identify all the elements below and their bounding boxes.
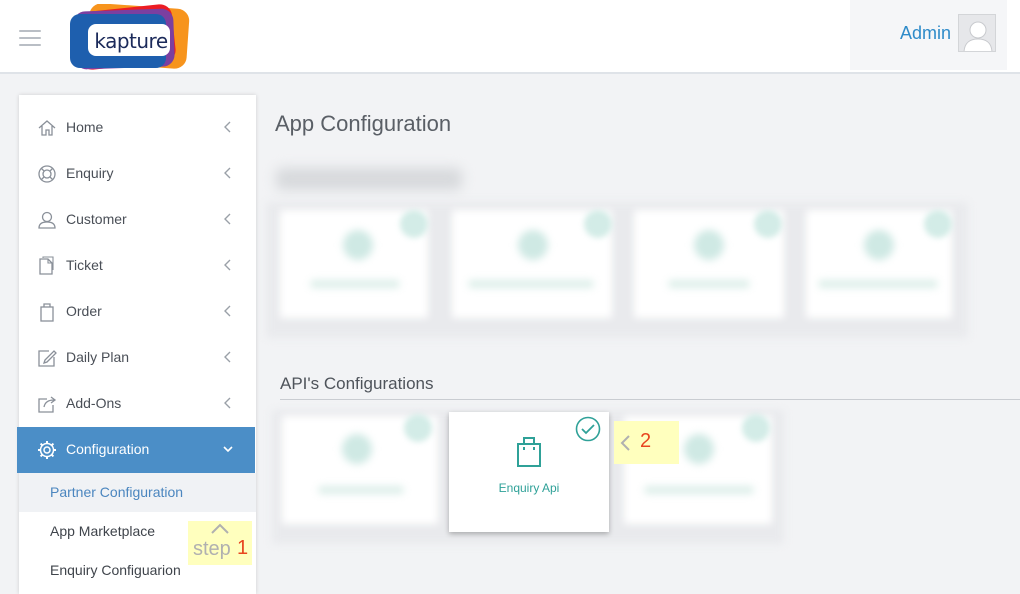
submenu-item-partner-configuration[interactable]: Partner Configuration [19, 473, 256, 512]
blurred-card-icon [518, 230, 548, 260]
sidebar-item-configuration[interactable]: Configuration [17, 427, 255, 473]
blurred-card-badge [924, 210, 952, 238]
sidebar-item-label: Daily Plan [66, 349, 130, 365]
avatar-icon[interactable] [958, 14, 996, 52]
sidebar-item-label: Enquiry [66, 165, 114, 181]
hamburger-menu-icon[interactable] [19, 30, 41, 46]
sidebar-item-label: Add-Ons [66, 395, 122, 411]
step-number: 1 [237, 537, 249, 559]
caret-left-icon [620, 435, 630, 451]
section-title-api-configurations: API's Configurations [280, 374, 434, 393]
blurred-card-label [644, 486, 754, 494]
blurred-card-badge [742, 414, 770, 442]
chevron-left-icon [224, 397, 231, 409]
blurred-card-icon [343, 230, 373, 260]
blurred-card-label [818, 280, 938, 288]
submenu-item-label: App Marketplace [50, 523, 156, 539]
step-2-annotation: 2 [614, 421, 679, 464]
enquiry-api-card[interactable]: Enquiry Api [449, 412, 609, 532]
blurred-card-badge [404, 414, 432, 442]
step-number: 2 [640, 430, 652, 452]
blurred-card-icon [864, 230, 894, 260]
shopping-bag-icon [517, 437, 541, 467]
sidebar-item-customer[interactable]: Customer [19, 197, 256, 243]
sidebar-item-ticket[interactable]: Ticket [19, 243, 256, 289]
caret-up-icon [211, 523, 229, 534]
blurred-card-badge [754, 210, 782, 238]
chevron-down-icon [223, 446, 233, 453]
sidebar-item-enquiry[interactable]: Enquiry [19, 151, 256, 197]
sidebar-item-add-ons[interactable]: Add-Ons [19, 381, 256, 427]
chevron-left-icon [224, 259, 231, 271]
sidebar-item-label: Ticket [66, 257, 103, 273]
blurred-card-label [310, 280, 400, 288]
blurred-card-label [318, 486, 404, 494]
blurred-section-heading [276, 168, 462, 190]
api-card-label: Enquiry Api [498, 481, 560, 495]
blurred-card-icon [694, 230, 724, 260]
sidebar: Home Enquiry Customer Ticket Order Daily… [17, 95, 256, 594]
share-icon [38, 396, 57, 413]
blurred-card-badge [584, 210, 612, 238]
gear-icon [38, 441, 56, 459]
user-name[interactable]: Admin [900, 23, 951, 44]
lifebuoy-icon [38, 165, 56, 183]
step-word: step [193, 538, 231, 560]
blurred-card-icon [342, 434, 372, 464]
chevron-left-icon [224, 351, 231, 363]
sidebar-item-label: Home [66, 119, 104, 135]
sidebar-item-daily-plan[interactable]: Daily Plan [19, 335, 256, 381]
sidebar-item-label: Customer [66, 211, 127, 227]
user-icon [38, 211, 56, 229]
blurred-card-label [468, 280, 594, 288]
sidebar-item-label: Order [66, 303, 102, 319]
chevron-left-icon [224, 167, 231, 179]
kapture-logo[interactable]: kapture [68, 3, 192, 70]
user-menu[interactable]: Admin [850, 0, 1007, 70]
blurred-card-label [668, 280, 750, 288]
step-1-annotation: step 1 [188, 521, 252, 565]
submenu-item-label: Enquiry Configuarion [50, 562, 181, 578]
page-title: App Configuration [275, 111, 452, 136]
chevron-left-icon [224, 213, 231, 225]
edit-icon [38, 350, 57, 367]
logo-text: kapture [94, 29, 168, 53]
chevron-left-icon [224, 121, 231, 133]
ticket-icon [39, 256, 54, 275]
check-circle-icon[interactable] [575, 416, 601, 442]
top-header: kapture Admin [0, 0, 1020, 74]
sidebar-item-label: Configuration [66, 441, 150, 457]
chevron-left-icon [224, 305, 231, 317]
sidebar-item-order[interactable]: Order [19, 289, 256, 335]
bag-icon [40, 303, 54, 322]
sidebar-item-home[interactable]: Home [19, 105, 256, 151]
submenu-item-label: Partner Configuration [50, 484, 184, 500]
home-icon [38, 120, 56, 136]
blurred-card-badge [400, 210, 428, 238]
blurred-card-icon [684, 434, 714, 464]
section-divider [280, 399, 1020, 400]
